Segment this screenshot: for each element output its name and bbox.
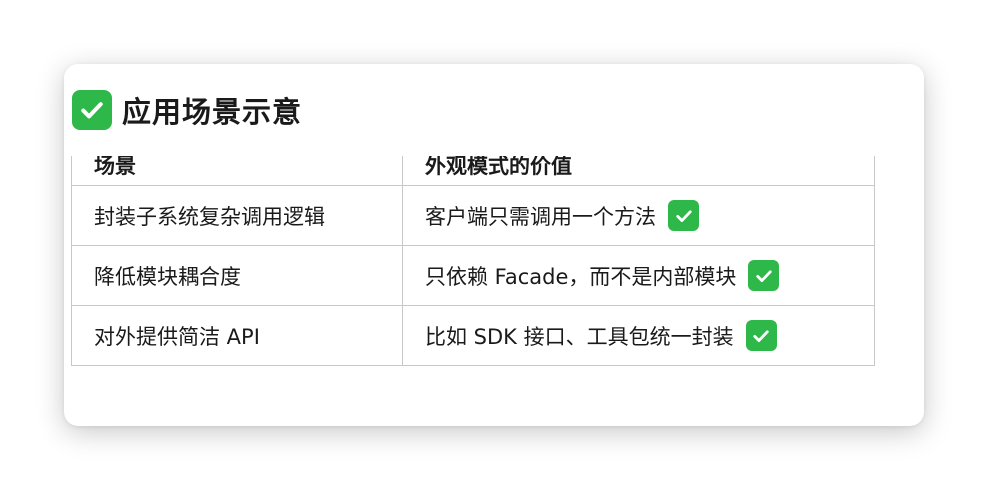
value-text: 只依赖 Facade，而不是内部模块 <box>425 264 737 289</box>
check-mark-icon <box>668 200 699 231</box>
check-mark-icon <box>748 260 780 291</box>
table-header-row: 场景 外观模式的价值 <box>71 156 875 186</box>
value-text: 客户端只需调用一个方法 <box>425 204 656 229</box>
scenario-table: 场景 外观模式的价值 封装子系统复杂调用逻辑 客户端只需调用一个方法 降低模块耦… <box>71 156 875 366</box>
check-mark-icon <box>745 320 777 351</box>
scene-cell: 封装子系统复杂调用逻辑 <box>71 185 403 246</box>
content-card: 应用场景示意 场景 外观模式的价值 封装子系统复杂调用逻辑 客户端只需调用一个方… <box>64 64 924 426</box>
column-header-scene: 场景 <box>71 156 403 186</box>
table-row: 对外提供简洁 API 比如 SDK 接口、工具包统一封装 <box>71 305 875 366</box>
value-cell: 只依赖 Facade，而不是内部模块 <box>402 245 875 306</box>
check-mark-icon <box>72 90 112 130</box>
scenario-table-viewport[interactable]: 场景 外观模式的价值 封装子系统复杂调用逻辑 客户端只需调用一个方法 降低模块耦… <box>71 156 875 366</box>
scene-cell: 降低模块耦合度 <box>71 245 403 306</box>
value-cell: 客户端只需调用一个方法 <box>402 185 875 246</box>
scene-cell: 对外提供简洁 API <box>71 305 403 366</box>
column-header-value: 外观模式的价值 <box>402 156 875 186</box>
value-text: 比如 SDK 接口、工具包统一封装 <box>425 324 734 349</box>
table-row: 降低模块耦合度 只依赖 Facade，而不是内部模块 <box>71 245 875 306</box>
value-cell: 比如 SDK 接口、工具包统一封装 <box>402 305 875 366</box>
section-heading: 应用场景示意 <box>72 88 302 132</box>
section-title: 应用场景示意 <box>122 95 303 129</box>
table-row: 封装子系统复杂调用逻辑 客户端只需调用一个方法 <box>71 185 875 246</box>
